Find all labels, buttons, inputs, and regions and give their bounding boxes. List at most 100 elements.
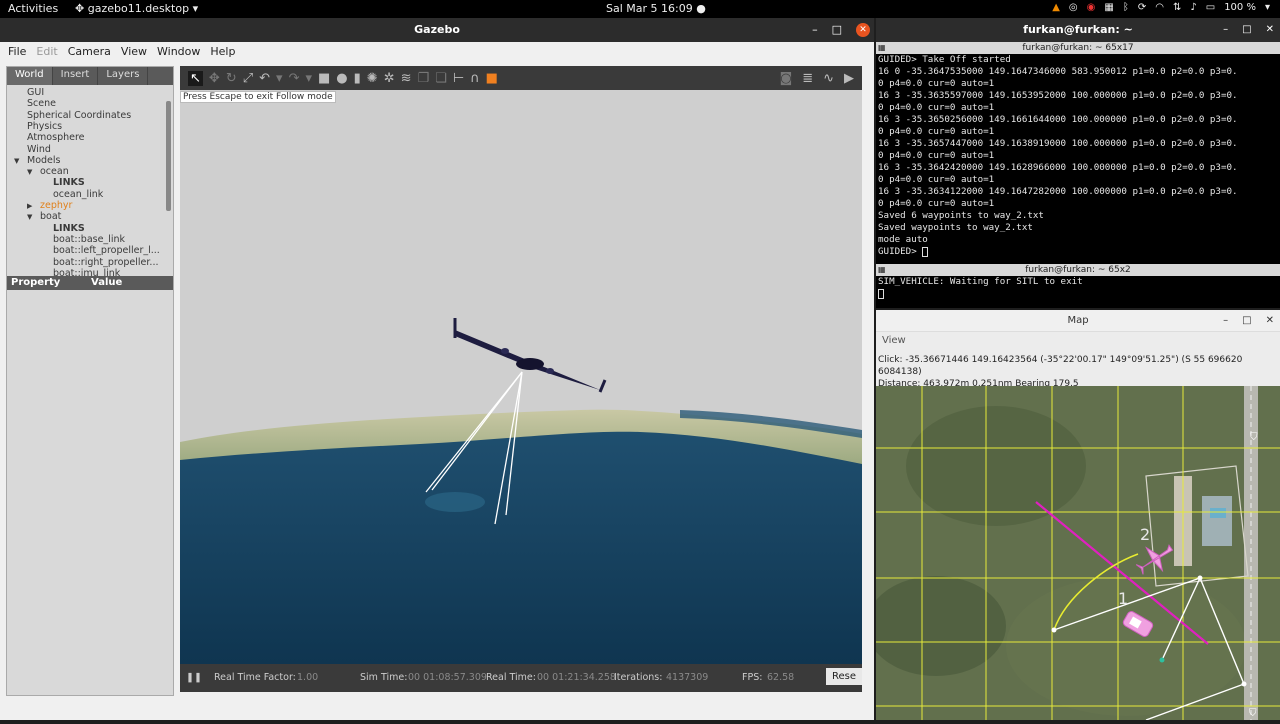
- pane-grid-icon[interactable]: ▦: [878, 42, 886, 54]
- point-light-icon[interactable]: ✺: [367, 71, 378, 86]
- tree-item[interactable]: boat::base_link: [53, 234, 125, 245]
- tree-item[interactable]: boat::right_propeller...: [53, 257, 159, 268]
- spot-light-icon[interactable]: ✲: [384, 71, 395, 86]
- tree-item[interactable]: Wind: [27, 144, 51, 155]
- terminal-line: 0 p4=0.0 cur=0 auto=1: [878, 126, 995, 137]
- tree-item[interactable]: Spherical Coordinates: [27, 110, 131, 121]
- tree-item[interactable]: zephyr: [40, 200, 72, 211]
- tab-insert[interactable]: Insert: [53, 67, 99, 85]
- terminal-line: 16 3 -35.3657447000 149.1638919000 100.0…: [878, 138, 1238, 149]
- terminal-line: Saved waypoints to way_2.txt: [878, 222, 1033, 233]
- tree-expand-icon[interactable]: ▼: [27, 213, 32, 221]
- reset-time-button[interactable]: Rese: [825, 668, 862, 685]
- plot-icon[interactable]: ∿: [823, 71, 834, 86]
- log-icon[interactable]: ≣: [802, 71, 813, 86]
- tree-item[interactable]: GUI: [27, 87, 44, 98]
- tree-expand-icon[interactable]: ▶: [27, 202, 32, 210]
- map-canvas[interactable]: 2 1 ⛉ ⛉: [866, 386, 1280, 721]
- terminal-line: GUIDED>: [878, 246, 923, 257]
- tree-scrollbar[interactable]: [166, 101, 171, 211]
- record-video-icon[interactable]: ▶: [844, 71, 854, 86]
- sphere-shape-icon[interactable]: ●: [336, 71, 347, 86]
- tree-item[interactable]: Physics: [27, 121, 62, 132]
- minimize-button[interactable]: –: [812, 18, 818, 42]
- waypoint-marker: [1159, 657, 1165, 663]
- change-view-icon[interactable]: ■: [486, 71, 498, 86]
- tree-item[interactable]: ocean_link: [53, 189, 103, 200]
- system-tray[interactable]: ▲ ◎ ◉ ▦ ᛒ ⟳ ◠ ⇅ ♪ ▭ 100 % ▾: [1052, 2, 1270, 13]
- terminal-title: furkan@furkan: ~: [1023, 23, 1133, 36]
- terminal-close-button[interactable]: ✕: [1266, 18, 1274, 42]
- directional-light-icon[interactable]: ≋: [401, 71, 412, 86]
- translate-mode-icon[interactable]: ✥: [209, 71, 220, 86]
- terminal-minimize-button[interactable]: –: [1223, 18, 1228, 42]
- waypoint-marker: [1241, 681, 1247, 687]
- status-bar: ❚❚ Real Time Factor: 1.00 Sim Time: 00 0…: [180, 664, 862, 692]
- menu-file[interactable]: File: [8, 45, 26, 58]
- terminal-pane-title: furkan@furkan: ~ 65x17: [1022, 43, 1134, 53]
- redo-icon[interactable]: ↷: [289, 71, 300, 86]
- iterations-value: 4137309: [666, 672, 709, 683]
- rotate-mode-icon[interactable]: ↻: [226, 71, 237, 86]
- scale-mode-icon[interactable]: ⤢: [243, 71, 253, 86]
- tree-expand-icon[interactable]: ▼: [27, 168, 32, 176]
- tree-item[interactable]: Models: [27, 155, 60, 166]
- menu-edit[interactable]: Edit: [36, 45, 57, 58]
- tab-world[interactable]: World: [7, 67, 53, 85]
- activities-button[interactable]: Activities: [8, 2, 58, 15]
- copy-icon[interactable]: ❐: [418, 71, 430, 86]
- fps-value: 62.58: [767, 672, 795, 683]
- snap-icon[interactable]: ∩: [470, 71, 480, 86]
- tree-item[interactable]: LINKS: [53, 177, 85, 188]
- real-time-value: 00 01:21:34.258: [537, 672, 616, 683]
- paste-icon[interactable]: ❏: [435, 71, 447, 86]
- terminal-output[interactable]: GUIDED> Take Off started 16 0 -35.3647535…: [876, 54, 1280, 258]
- map-maximize-button[interactable]: □: [1242, 310, 1251, 332]
- redo-dropdown-icon[interactable]: ▾: [305, 71, 312, 86]
- tree-item[interactable]: Scene: [27, 98, 56, 109]
- menu-view[interactable]: View: [121, 45, 147, 58]
- map-close-button[interactable]: ✕: [1266, 310, 1274, 332]
- map-marker-icon: ⛉: [1250, 432, 1258, 443]
- clock[interactable]: Sal Mar 5 16:09 ●: [606, 2, 706, 15]
- menu-window[interactable]: Window: [157, 45, 200, 58]
- map-menu-view[interactable]: View: [876, 332, 1280, 350]
- fps-label: FPS:: [742, 672, 763, 683]
- tree-item[interactable]: ocean: [40, 166, 69, 177]
- gazebo-window: Gazebo – □ ✕ File Edit Camera View Windo…: [0, 18, 874, 720]
- menu-camera[interactable]: Camera: [68, 45, 111, 58]
- undo-icon[interactable]: ↶: [259, 71, 270, 86]
- gazebo-titlebar: Gazebo – □ ✕: [0, 18, 874, 42]
- pane-grid-icon[interactable]: ▦: [878, 264, 886, 276]
- app-menu[interactable]: ✥ gazebo11.desktop ▾: [75, 2, 198, 15]
- screenshot-icon[interactable]: ◙: [780, 71, 793, 86]
- terminal-line: 16 3 -35.3642420000 149.1628966000 100.0…: [878, 162, 1238, 173]
- menu-help[interactable]: Help: [210, 45, 235, 58]
- 3d-scene[interactable]: Press Escape to exit Follow mode: [180, 90, 862, 664]
- terminal-line: Saved 6 waypoints to way_2.txt: [878, 210, 1044, 221]
- undo-dropdown-icon[interactable]: ▾: [276, 71, 283, 86]
- terminal-output-2[interactable]: SIM_VEHICLE: Waiting for SITL to exit: [876, 276, 1280, 300]
- terminal-line: GUIDED> Take Off started: [878, 54, 1011, 65]
- align-icon[interactable]: ⊢: [453, 71, 464, 86]
- pause-button[interactable]: ❚❚: [186, 672, 202, 683]
- scene-toolbar: ↖ ✥ ↻ ⤢ ↶ ▾ ↷ ▾ ■ ● ▮ ✺ ✲ ≋ ❐ ❏ ⊢ ∩ ■ ◙ …: [180, 66, 862, 90]
- iterations-label: Iterations:: [614, 672, 663, 683]
- terminal-line: 16 3 -35.3635597000 149.1653952000 100.0…: [878, 90, 1238, 101]
- tree-expand-icon[interactable]: ▼: [14, 157, 19, 165]
- property-column: Property: [11, 277, 61, 288]
- terminal-cursor: [922, 246, 929, 257]
- close-button[interactable]: ✕: [856, 23, 870, 37]
- map-minimize-button[interactable]: –: [1223, 310, 1228, 332]
- tree-item[interactable]: boat::left_propeller_l...: [53, 245, 160, 256]
- select-mode-icon[interactable]: ↖: [188, 70, 203, 86]
- tab-layers[interactable]: Layers: [98, 67, 149, 85]
- tree-item[interactable]: boat: [40, 211, 61, 222]
- box-shape-icon[interactable]: ■: [318, 71, 330, 86]
- tree-item[interactable]: Atmosphere: [27, 132, 85, 143]
- world-tree: GUI Scene Spherical Coordinates Physics Atmo…: [7, 85, 173, 290]
- tree-item[interactable]: LINKS: [53, 223, 85, 234]
- cylinder-shape-icon[interactable]: ▮: [354, 71, 361, 86]
- terminal-maximize-button[interactable]: □: [1242, 18, 1251, 42]
- maximize-button[interactable]: □: [832, 18, 842, 42]
